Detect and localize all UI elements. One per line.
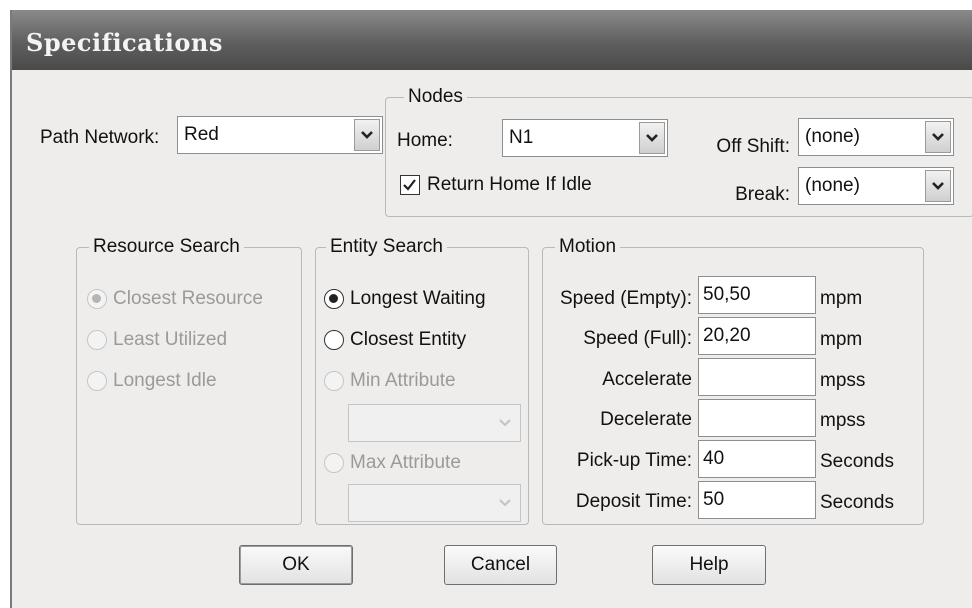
- speed-empty-unit: mpm: [820, 288, 863, 309]
- break-label: Break:: [735, 184, 790, 205]
- min-attribute-dropdown[interactable]: [348, 404, 521, 442]
- chevron-down-icon[interactable]: [925, 121, 951, 153]
- resource-search-legend: Resource Search: [89, 235, 244, 259]
- path-network-dropdown[interactable]: Red: [177, 116, 383, 154]
- path-network-value: Red: [184, 124, 219, 145]
- entity-search-legend: Entity Search: [326, 235, 447, 259]
- return-home-label: Return Home If Idle: [427, 174, 592, 195]
- break-dropdown[interactable]: (none): [798, 167, 954, 205]
- longest-idle-radio[interactable]: [87, 371, 107, 391]
- longest-idle-label: Longest Idle: [113, 370, 217, 391]
- max-attribute-dropdown[interactable]: [348, 484, 521, 522]
- deposit-time-unit: Seconds: [820, 492, 894, 513]
- pickup-time-unit: Seconds: [820, 451, 894, 472]
- closest-resource-radio[interactable]: [87, 289, 107, 309]
- max-attribute-radio[interactable]: [324, 453, 344, 473]
- help-button[interactable]: Help: [652, 545, 766, 585]
- longest-waiting-label: Longest Waiting: [350, 288, 486, 309]
- decelerate-label: Decelerate: [600, 409, 692, 430]
- deposit-time-label: Deposit Time:: [575, 491, 692, 512]
- longest-waiting-radio[interactable]: [324, 289, 344, 309]
- path-network-label: Path Network:: [40, 127, 160, 148]
- radio-dot-icon: [92, 294, 101, 303]
- chevron-down-icon[interactable]: [639, 122, 665, 154]
- least-utilized-radio[interactable]: [87, 330, 107, 350]
- motion-legend: Motion: [555, 235, 621, 259]
- max-attribute-label: Max Attribute: [350, 452, 461, 473]
- closest-entity-label: Closest Entity: [350, 329, 467, 350]
- chevron-down-icon[interactable]: [925, 170, 951, 202]
- accelerate-unit: mpss: [820, 370, 866, 391]
- speed-full-unit: mpm: [820, 329, 863, 350]
- speed-full-label: Speed (Full):: [583, 328, 692, 349]
- accelerate-field[interactable]: [698, 358, 816, 396]
- accelerate-input[interactable]: [699, 359, 815, 395]
- deposit-time-input[interactable]: [699, 482, 815, 518]
- off-shift-label: Off Shift:: [716, 136, 790, 157]
- least-utilized-label: Least Utilized: [113, 329, 228, 350]
- home-label: Home:: [397, 130, 453, 151]
- min-attribute-radio[interactable]: [324, 371, 344, 391]
- home-dropdown[interactable]: N1: [502, 119, 668, 157]
- return-home-checkbox[interactable]: [400, 175, 420, 195]
- speed-full-input[interactable]: [699, 318, 815, 354]
- pickup-time-label: Pick-up Time:: [576, 450, 692, 471]
- chevron-down-icon[interactable]: [492, 487, 518, 519]
- decelerate-field[interactable]: [698, 399, 816, 437]
- closest-resource-label: Closest Resource: [113, 288, 263, 309]
- radio-dot-icon: [329, 294, 338, 303]
- nodes-legend: Nodes: [404, 85, 467, 109]
- chevron-down-icon[interactable]: [354, 119, 380, 151]
- break-value: (none): [805, 175, 860, 196]
- off-shift-value: (none): [805, 126, 860, 147]
- window-title: Specifications: [26, 28, 223, 57]
- chevron-down-icon[interactable]: [492, 407, 518, 439]
- specifications-dialog: Specifications Path Network: Red Nodes H…: [10, 10, 972, 608]
- speed-empty-input[interactable]: [699, 277, 815, 313]
- closest-entity-radio[interactable]: [324, 330, 344, 350]
- decelerate-unit: mpss: [820, 410, 866, 431]
- pickup-time-input[interactable]: [699, 441, 815, 477]
- speed-empty-label: Speed (Empty):: [560, 288, 692, 309]
- min-attribute-label: Min Attribute: [350, 370, 456, 391]
- decelerate-input[interactable]: [699, 400, 815, 436]
- speed-full-field[interactable]: [698, 317, 816, 355]
- pickup-time-field[interactable]: [698, 440, 816, 478]
- off-shift-dropdown[interactable]: (none): [798, 118, 954, 156]
- cancel-button[interactable]: Cancel: [444, 545, 557, 585]
- ok-button[interactable]: OK: [239, 545, 353, 585]
- speed-empty-field[interactable]: [698, 276, 816, 314]
- title-bar[interactable]: Specifications: [12, 10, 972, 70]
- home-value: N1: [509, 127, 534, 148]
- deposit-time-field[interactable]: [698, 481, 816, 519]
- accelerate-label: Accelerate: [602, 369, 692, 390]
- checkmark-icon: [403, 179, 416, 191]
